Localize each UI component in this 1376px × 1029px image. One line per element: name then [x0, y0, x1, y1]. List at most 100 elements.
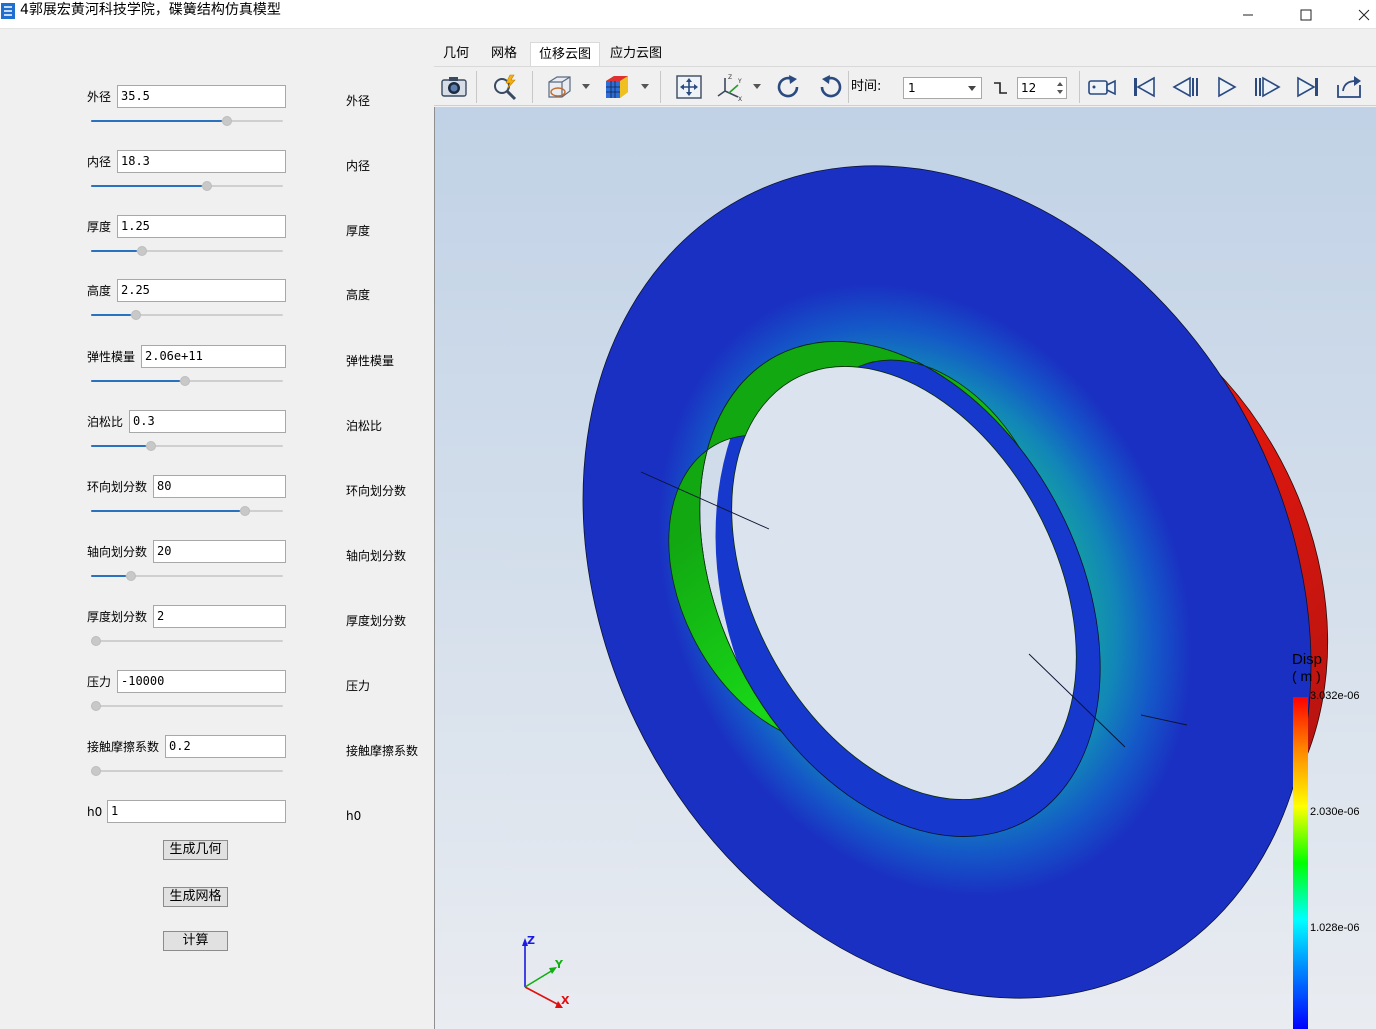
- frame-count-value: 12: [1021, 81, 1037, 95]
- slider-fill: [91, 510, 241, 512]
- slider-thumb[interactable]: [222, 116, 233, 126]
- toolbar-separator: [1079, 71, 1080, 103]
- slider-fill: [91, 575, 126, 577]
- pressure-slider[interactable]: [91, 701, 283, 711]
- h0-right-label: h0: [346, 809, 362, 823]
- play-icon[interactable]: [1211, 73, 1241, 101]
- slider-thumb[interactable]: [91, 636, 101, 646]
- spin-up-icon[interactable]: [1057, 82, 1063, 86]
- slider-thumb[interactable]: [131, 310, 142, 320]
- height-slider[interactable]: [91, 310, 283, 320]
- 3d-viewport[interactable]: Disp ( m ) 3.032e-06 2.030e-06 1.028e-06…: [434, 107, 1376, 1029]
- first-frame-icon[interactable]: [1129, 73, 1159, 101]
- tab-mesh[interactable]: 网格: [482, 42, 526, 66]
- tab-displacement-contour[interactable]: 位移云图: [530, 42, 600, 66]
- outer-diameter-input[interactable]: 35.5: [117, 85, 286, 108]
- rotate-ccw-icon[interactable]: [815, 73, 845, 101]
- maximize-icon: [1300, 9, 1312, 20]
- slider-fill: [91, 314, 132, 316]
- slider-thumb[interactable]: [91, 766, 101, 776]
- view-mode-dropdown[interactable]: [582, 84, 590, 89]
- frame-count-spinbox[interactable]: 12: [1017, 77, 1067, 99]
- maximize-button[interactable]: [1278, 0, 1334, 29]
- elastic-modulus-slider[interactable]: [91, 376, 283, 386]
- generate-geometry-button[interactable]: 生成几何: [163, 840, 228, 860]
- height-input[interactable]: 2.25: [117, 279, 286, 302]
- slider-track: [91, 640, 283, 642]
- poisson-ratio-right-label: 泊松比: [346, 419, 383, 433]
- pressure-label: 压力: [87, 675, 112, 689]
- app-window: 4郭展宏黄河科技学院，碟簧结构仿真模型 外径 35.5 外径 内径 18.3 内径 厚度 1.…: [0, 0, 1376, 1029]
- last-frame-icon[interactable]: [1293, 73, 1323, 101]
- pressure-input[interactable]: -10000: [117, 670, 286, 693]
- generate-mesh-button[interactable]: 生成网格: [163, 887, 228, 907]
- svg-text:X: X: [738, 96, 742, 101]
- slider-thumb[interactable]: [136, 246, 147, 256]
- thickness-right-label: 厚度: [346, 224, 371, 238]
- tab-geometry[interactable]: 几何: [434, 42, 478, 66]
- parameter-panel: 外径 35.5 外径 内径 18.3 内径 厚度 1.25 厚度 高度 2.25 高度 弹性模量 2.06…: [0, 30, 433, 1029]
- h0-input[interactable]: 1: [107, 800, 286, 823]
- toolbar-separator: [848, 71, 849, 103]
- axes-orientation-icon[interactable]: Z Y X: [716, 73, 746, 101]
- slider-fill: [91, 185, 203, 187]
- export-icon[interactable]: [1334, 73, 1364, 101]
- tab-stress-contour[interactable]: 应力云图: [604, 42, 668, 66]
- thickness-divisions-input[interactable]: 2: [153, 605, 286, 628]
- camera-icon[interactable]: [439, 73, 469, 101]
- slider-track: [91, 705, 283, 707]
- slider-thumb[interactable]: [91, 701, 101, 711]
- axial-divisions-slider[interactable]: [91, 571, 283, 581]
- thickness-slider[interactable]: [91, 246, 283, 256]
- thickness-divisions-right-label: 厚度划分数: [346, 614, 407, 628]
- friction-coefficient-input[interactable]: 0.2: [165, 735, 286, 758]
- close-button[interactable]: [1336, 0, 1376, 29]
- axial-divisions-input[interactable]: 20: [153, 540, 286, 563]
- poisson-ratio-label: 泊松比: [87, 415, 124, 429]
- spin-down-icon[interactable]: [1057, 90, 1063, 94]
- outer-diameter-label: 外径: [87, 90, 112, 104]
- inner-diameter-slider[interactable]: [91, 181, 283, 191]
- thickness-divisions-label: 厚度划分数: [87, 610, 148, 624]
- slider-thumb[interactable]: [125, 571, 136, 581]
- height-right-label: 高度: [346, 288, 371, 302]
- circumferential-divisions-slider[interactable]: [91, 506, 283, 516]
- color-map-dropdown[interactable]: [641, 84, 649, 89]
- slider-thumb[interactable]: [240, 506, 251, 516]
- thickness-input[interactable]: 1.25: [117, 215, 286, 238]
- slider-thumb[interactable]: [145, 441, 156, 451]
- rotate-cw-icon[interactable]: [774, 73, 804, 101]
- time-select[interactable]: 1: [903, 77, 982, 99]
- inner-diameter-input[interactable]: 18.3: [117, 150, 286, 173]
- poisson-ratio-slider[interactable]: [91, 441, 283, 451]
- legend-max-value: 3.032e-06: [1310, 690, 1360, 702]
- thickness-divisions-slider[interactable]: [91, 636, 283, 646]
- circumferential-divisions-input[interactable]: 80: [153, 475, 286, 498]
- prev-frame-icon[interactable]: [1170, 73, 1200, 101]
- slider-thumb[interactable]: [180, 376, 191, 386]
- thickness-label: 厚度: [87, 220, 112, 234]
- fit-view-icon[interactable]: [674, 73, 704, 101]
- app-icon: [1, 3, 15, 19]
- outer-diameter-slider[interactable]: [91, 116, 283, 126]
- axis-x-label: X: [561, 994, 570, 1007]
- legend-unit: ( m ): [1292, 668, 1321, 684]
- axes-dropdown[interactable]: [753, 84, 761, 89]
- video-camera-icon[interactable]: [1087, 73, 1117, 101]
- compute-button[interactable]: 计算: [163, 931, 228, 951]
- belleville-spring-model: [582, 165, 1329, 999]
- next-frame-icon[interactable]: [1252, 73, 1282, 101]
- chevron-down-icon: [968, 86, 976, 91]
- inner-diameter-right-label: 内径: [346, 159, 371, 173]
- orientation-axes: Z Y X: [522, 934, 570, 1008]
- friction-coefficient-slider[interactable]: [91, 766, 283, 776]
- color-cube-icon[interactable]: [602, 73, 632, 101]
- elastic-modulus-label: 弹性模量: [87, 350, 136, 364]
- axis-z-label: Z: [527, 934, 535, 947]
- zoom-icon[interactable]: [490, 73, 520, 101]
- elastic-modulus-input[interactable]: 2.06e+11: [141, 345, 286, 368]
- slider-thumb[interactable]: [202, 181, 213, 191]
- view-mode-icon[interactable]: [544, 73, 574, 101]
- minimize-button[interactable]: [1220, 0, 1276, 29]
- poisson-ratio-input[interactable]: 0.3: [129, 410, 286, 433]
